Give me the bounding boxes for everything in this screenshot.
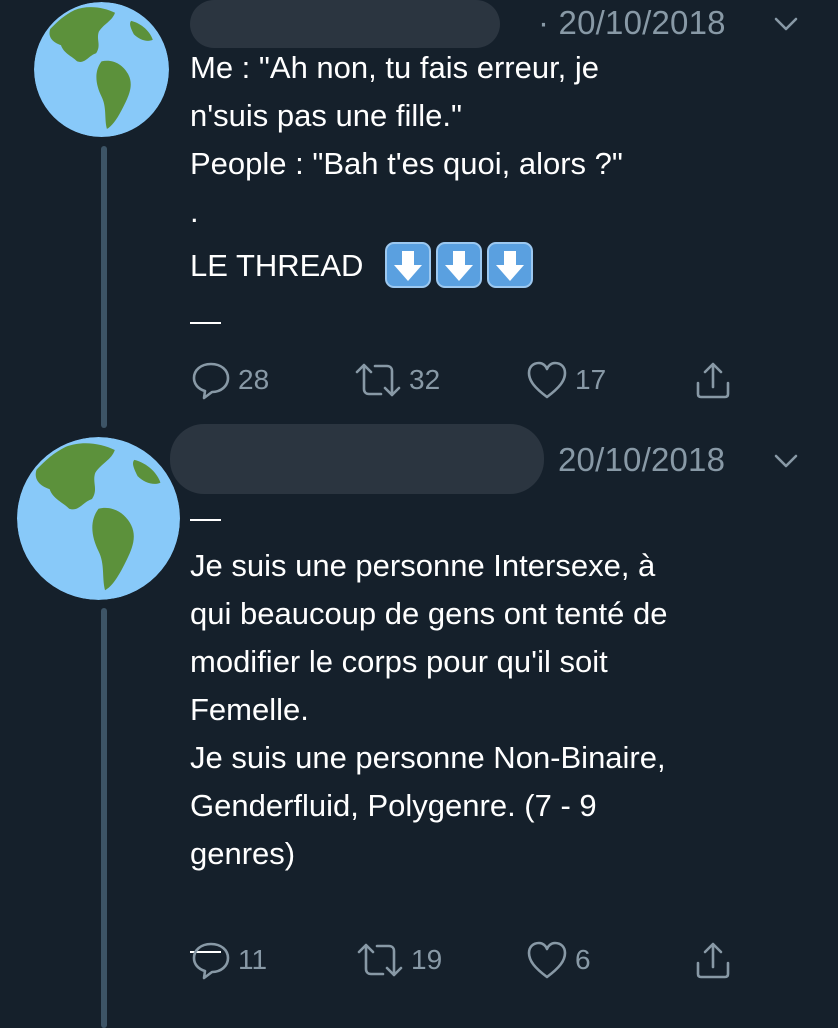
avatar[interactable]: [17, 437, 180, 600]
down-arrow-emoji: [436, 241, 483, 288]
like-button[interactable]: 17: [525, 358, 606, 402]
down-arrow-emoji: [487, 241, 534, 288]
tweet-text-line: Me : "Ah non, tu fais erreur, je: [190, 50, 600, 85]
tweet-text-line: genres): [190, 836, 296, 871]
tweet-text-line: LE THREAD: [190, 248, 364, 283]
redacted-display-name: [190, 0, 500, 48]
chevron-down-icon: [774, 454, 798, 468]
tweet-body: Me : "Ah non, tu fais erreur, je n'suis …: [190, 44, 810, 345]
thread-connector-line: [101, 146, 107, 428]
share-icon: [696, 942, 730, 979]
earth-globe-americas-icon: [17, 437, 180, 600]
heart-icon: [527, 361, 567, 399]
retweet-button[interactable]: 32: [353, 358, 440, 402]
thread-connector-line: [101, 608, 107, 1028]
chevron-down-icon: [774, 17, 798, 31]
tweet-menu-chevron[interactable]: [773, 453, 799, 469]
reply-icon: [192, 362, 230, 400]
reply-button[interactable]: 11: [190, 938, 267, 982]
tweet-actions: 28 32 17: [190, 358, 750, 402]
tweet-text-line: Je suis une personne Intersexe, à: [190, 548, 656, 583]
tweet-text-line: Je suis une personne Non-Binaire,: [190, 740, 666, 775]
tweet-menu-chevron[interactable]: [773, 16, 799, 32]
like-count: 6: [575, 944, 591, 975]
down-arrow-emoji: [385, 241, 432, 288]
down-arrow-emoji-group: [385, 241, 534, 288]
like-count: 17: [575, 364, 607, 395]
like-button[interactable]: 6: [525, 938, 591, 982]
share-button[interactable]: [692, 358, 734, 402]
tweet-text-line: [190, 878, 810, 926]
tweet-text-line: Femelle.: [190, 692, 309, 727]
tweet-date[interactable]: 20/10/2018: [558, 441, 725, 479]
heart-icon: [527, 941, 567, 979]
tweet-date[interactable]: · 20/10/2018: [538, 4, 726, 42]
tweet-text-line: modifier le corps pour qu'il soit: [190, 644, 608, 679]
reply-button[interactable]: 28: [190, 358, 269, 402]
earth-globe-americas-icon: [34, 2, 169, 137]
share-icon: [696, 362, 730, 399]
avatar[interactable]: [34, 2, 169, 137]
retweet-count: 32: [409, 364, 441, 395]
tweet-text-line: People : "Bah t'es quoi, alors ?": [190, 146, 623, 181]
reply-count: 11: [238, 944, 268, 975]
tweet-text-line: qui beaucoup de gens ont tenté de: [190, 596, 668, 631]
tweet-text-line: .: [190, 194, 199, 229]
tweet-text-line: n'suis pas une fille.": [190, 98, 462, 133]
retweet-icon: [357, 943, 403, 977]
tweet-text-line: Genderfluid, Polygenre. (7 - 9: [190, 788, 597, 823]
reply-count: 28: [238, 364, 270, 395]
share-button[interactable]: [692, 938, 734, 982]
retweet-button[interactable]: 19: [355, 938, 442, 982]
thread-announcement-line: LE THREAD: [190, 241, 810, 291]
tweet-text-line: —: [190, 500, 221, 535]
retweet-icon: [355, 363, 401, 397]
tweet-text-line: —: [190, 302, 221, 338]
tweet-body: — Je suis une personne Intersexe, à qui …: [190, 494, 810, 974]
tweet-actions: 11 19 6: [190, 938, 750, 982]
retweet-count: 19: [411, 944, 443, 975]
redacted-display-name: [170, 424, 544, 494]
reply-icon: [192, 942, 230, 980]
